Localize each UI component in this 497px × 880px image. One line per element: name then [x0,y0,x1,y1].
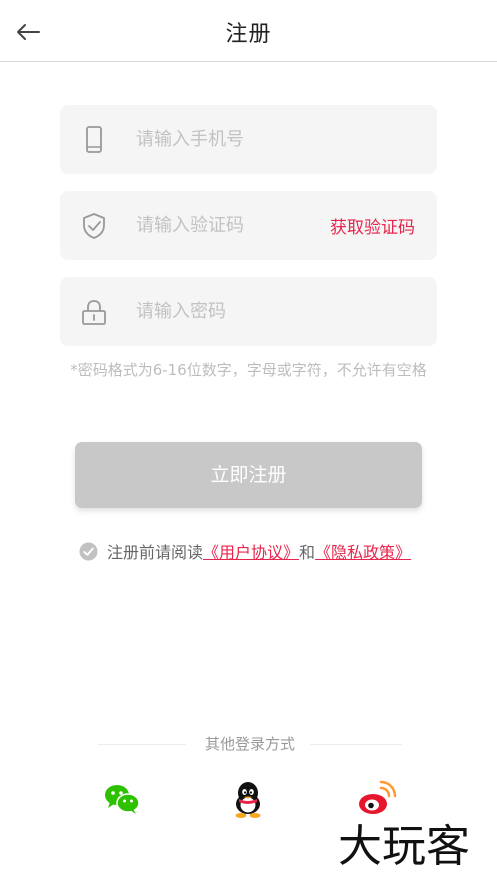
page-title: 注册 [225,22,272,47]
password-field [60,277,437,346]
agreement-row: 注册前请阅读 《用户协议》 和 《隐私政策》 [79,540,411,562]
other-login-divider: 其他登录方式 [90,733,410,755]
watermark-text: 大玩客 [338,821,470,870]
agreement-connector: 和 [299,543,316,562]
verification-code-input[interactable] [136,191,306,260]
wechat-icon[interactable] [101,778,143,820]
shield-icon [83,213,105,239]
privacy-policy-link[interactable]: 《隐私政策》 [315,539,411,563]
lock-icon [82,300,106,325]
qq-icon[interactable] [227,778,269,820]
user-agreement-link[interactable]: 《用户协议》 [203,539,299,563]
password-format-hint: *密码格式为6-16位数字，字母或字符，不允许有空格 [70,361,427,379]
phone-field [60,105,437,174]
watermark-logo: 大玩客 [338,821,470,870]
verification-code-field: 获取验证码 [60,191,437,260]
app-header: 注册 [0,0,497,62]
phone-input[interactable] [136,105,416,174]
register-button[interactable]: 立即注册 [75,442,422,508]
weibo-icon[interactable] [356,778,398,820]
agreement-prefix: 注册前请阅读 [107,543,204,562]
phone-icon [86,126,102,153]
get-code-button[interactable]: 获取验证码 [330,213,415,238]
divider-line-right [310,744,402,745]
check-circle-icon[interactable] [79,541,98,561]
password-input[interactable] [136,277,416,346]
